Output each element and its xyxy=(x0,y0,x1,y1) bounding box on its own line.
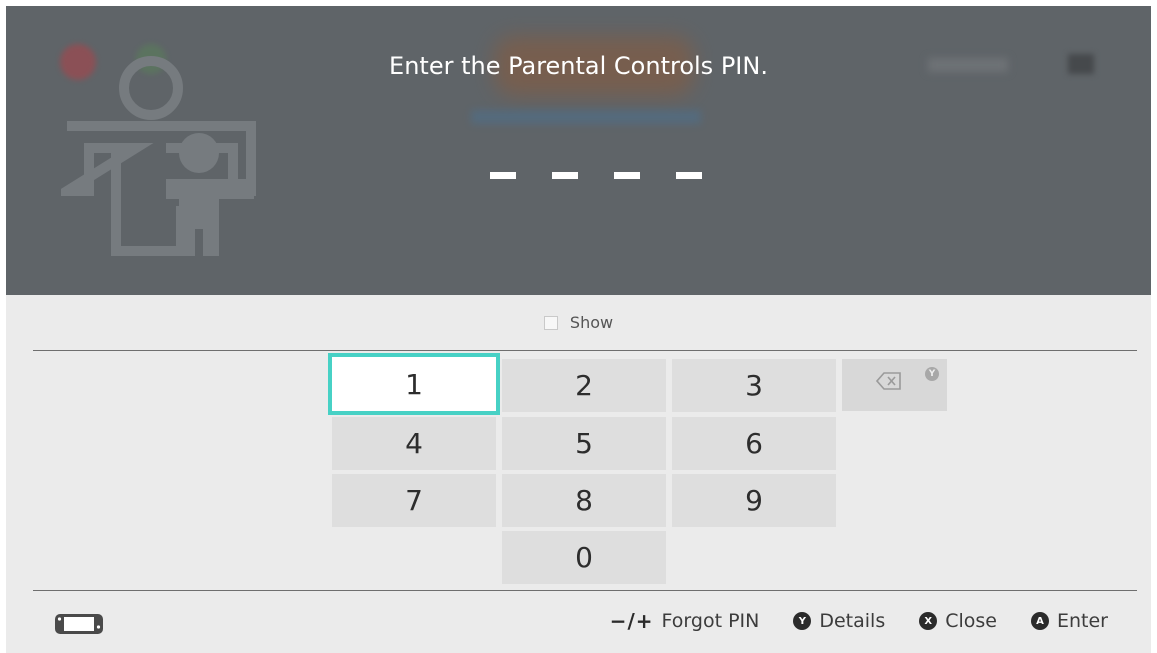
pin-digit-placeholder xyxy=(490,172,516,179)
enter-action[interactable]: A Enter xyxy=(1031,610,1108,632)
divider xyxy=(33,590,1137,591)
backspace-icon xyxy=(876,372,901,390)
minus-plus-icon: −/+ xyxy=(609,609,654,633)
key-2[interactable]: 2 xyxy=(502,359,666,412)
dimmed-background: Enter the Parental Controls PIN. xyxy=(6,6,1151,295)
key-4[interactable]: 4 xyxy=(332,417,496,470)
enter-label: Enter xyxy=(1057,610,1108,632)
key-5[interactable]: 5 xyxy=(502,417,666,470)
y-button-icon: Y xyxy=(925,367,939,381)
button-guide: −/+ Forgot PIN Y Details X Close A Enter xyxy=(610,609,1108,633)
key-1[interactable]: 1 xyxy=(328,353,500,415)
key-6[interactable]: 6 xyxy=(672,417,836,470)
pin-digit-placeholder xyxy=(614,172,640,179)
pin-prompt: Enter the Parental Controls PIN. xyxy=(389,52,768,80)
x-button-icon: X xyxy=(919,612,938,630)
pin-entry-display xyxy=(490,172,702,179)
key-8[interactable]: 8 xyxy=(502,474,666,527)
details-action[interactable]: Y Details xyxy=(793,610,885,632)
show-checkbox[interactable] xyxy=(543,315,558,330)
close-label: Close xyxy=(945,610,997,632)
show-label: Show xyxy=(569,313,614,332)
details-label: Details xyxy=(819,610,886,632)
divider xyxy=(33,350,1137,351)
pin-digit-placeholder xyxy=(676,172,702,179)
pin-digit-placeholder xyxy=(552,172,578,179)
key-3[interactable]: 3 xyxy=(672,359,836,412)
backspace-button[interactable]: Y xyxy=(842,359,947,411)
key-0[interactable]: 0 xyxy=(502,531,666,584)
show-pin-toggle[interactable]: Show xyxy=(6,313,1151,332)
forgot-pin-label: Forgot PIN xyxy=(661,610,760,632)
parental-controls-icon xyxy=(61,56,256,256)
key-7[interactable]: 7 xyxy=(332,474,496,527)
forgot-pin-action[interactable]: −/+ Forgot PIN xyxy=(610,609,760,633)
a-button-icon: A xyxy=(1031,612,1049,630)
blurred-subtitle xyxy=(471,110,701,124)
close-action[interactable]: X Close xyxy=(919,610,997,632)
pin-dialog: Enter the Parental Controls PIN. Show 1 … xyxy=(6,6,1151,653)
y-button-icon: Y xyxy=(793,612,812,630)
handheld-mode-icon xyxy=(55,614,103,634)
key-9[interactable]: 9 xyxy=(672,474,836,527)
